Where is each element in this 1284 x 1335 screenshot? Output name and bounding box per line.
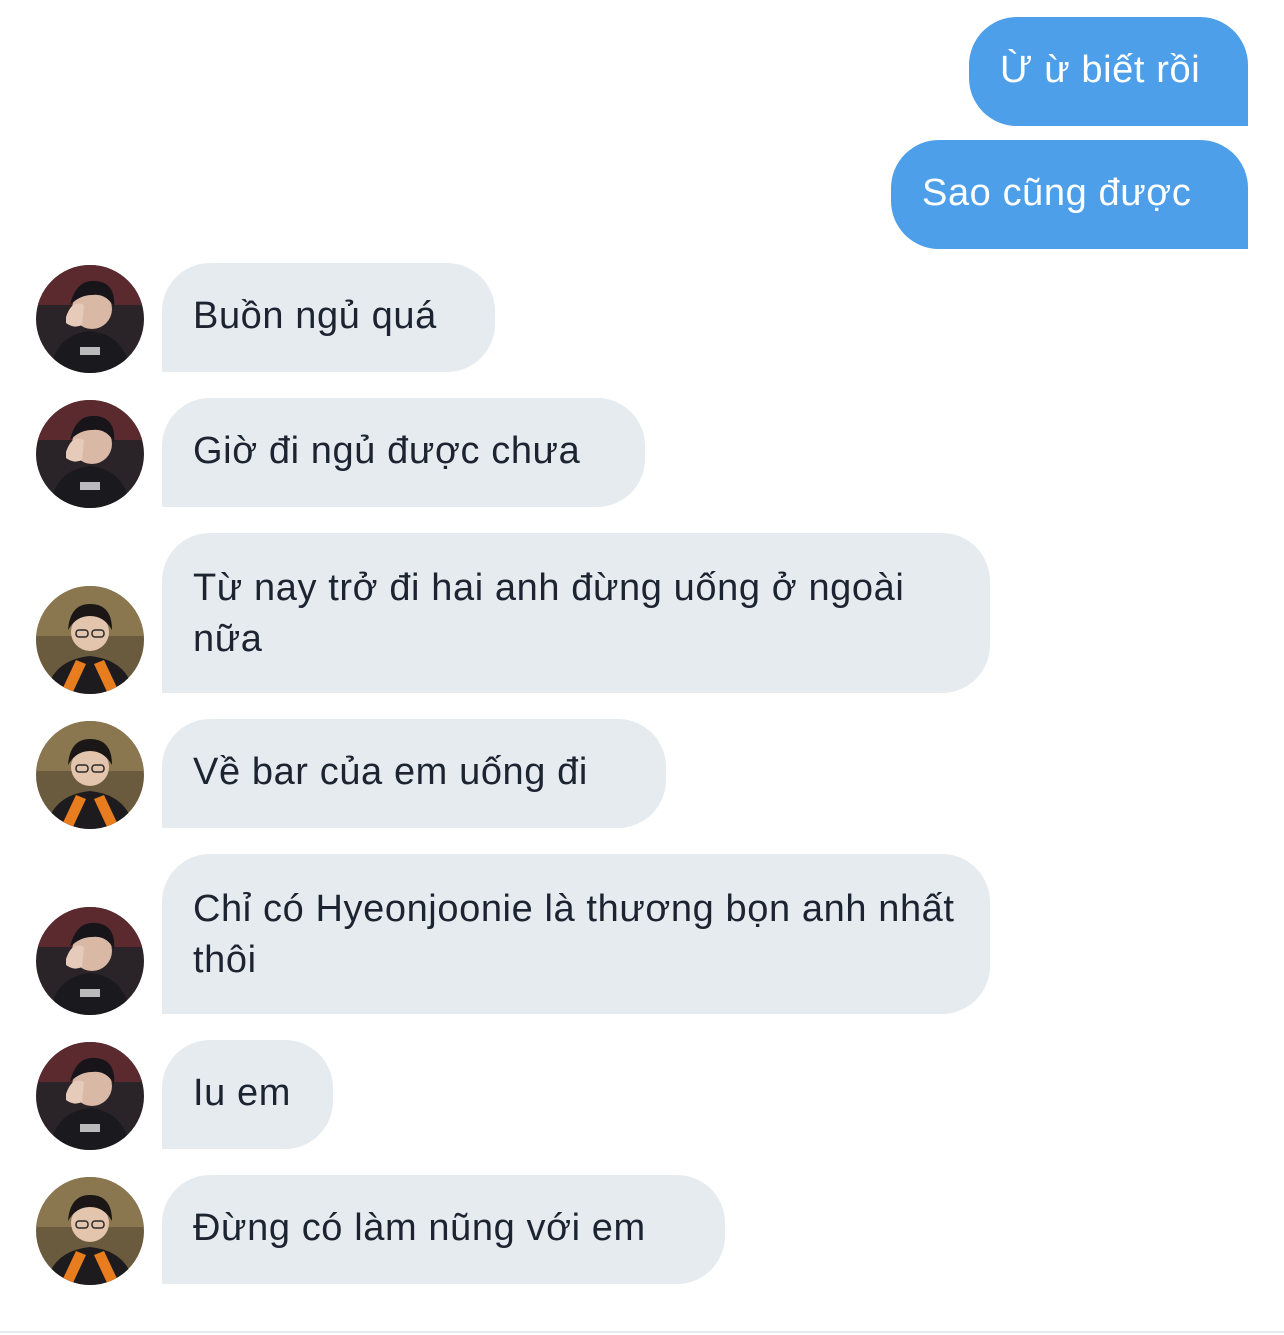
- message-text: Về bar của em uống đi: [193, 751, 588, 793]
- sent-message-bubble[interactable]: Sao cũng được: [891, 140, 1248, 249]
- avatar-dark-jacket[interactable]: [36, 400, 144, 508]
- message-text: Chỉ có Hyeonjoonie là thương bọn anh nhấ…: [193, 888, 955, 981]
- message-text: Sao cũng được: [922, 172, 1192, 214]
- avatar-orange-collar[interactable]: [36, 721, 144, 829]
- avatar-orange-collar[interactable]: [36, 1177, 144, 1285]
- received-message-bubble[interactable]: Chỉ có Hyeonjoonie là thương bọn anh nhấ…: [162, 854, 990, 1014]
- received-message-bubble[interactable]: Từ nay trở đi hai anh đừng uống ở ngoài …: [162, 533, 990, 693]
- message-text: Iu em: [193, 1072, 292, 1114]
- received-message-bubble[interactable]: Đừng có làm nũng với em: [162, 1175, 725, 1284]
- received-message-bubble[interactable]: Iu em: [162, 1040, 333, 1149]
- message-text: Buồn ngủ quá: [193, 295, 437, 337]
- message-text: Giờ đi ngủ được chưa: [193, 430, 581, 472]
- message-thread: Ừ ừ biết rồi Sao cũng được Buồn ngủ quá: [0, 0, 1284, 1335]
- avatar-dark-jacket[interactable]: [36, 1042, 144, 1150]
- received-message-bubble[interactable]: Buồn ngủ quá: [162, 263, 495, 372]
- thread-bottom-divider: [0, 1331, 1284, 1333]
- avatar-dark-jacket[interactable]: [36, 907, 144, 1015]
- received-message-bubble[interactable]: Về bar của em uống đi: [162, 719, 666, 828]
- message-text: Đừng có làm nũng với em: [193, 1207, 646, 1249]
- avatar-orange-collar[interactable]: [36, 586, 144, 694]
- message-text: Từ nay trở đi hai anh đừng uống ở ngoài …: [193, 567, 905, 660]
- avatar-dark-jacket[interactable]: [36, 265, 144, 373]
- sent-message-bubble[interactable]: Ừ ừ biết rồi: [969, 17, 1248, 126]
- message-text: Ừ ừ biết rồi: [1000, 49, 1201, 91]
- received-message-bubble[interactable]: Giờ đi ngủ được chưa: [162, 398, 645, 507]
